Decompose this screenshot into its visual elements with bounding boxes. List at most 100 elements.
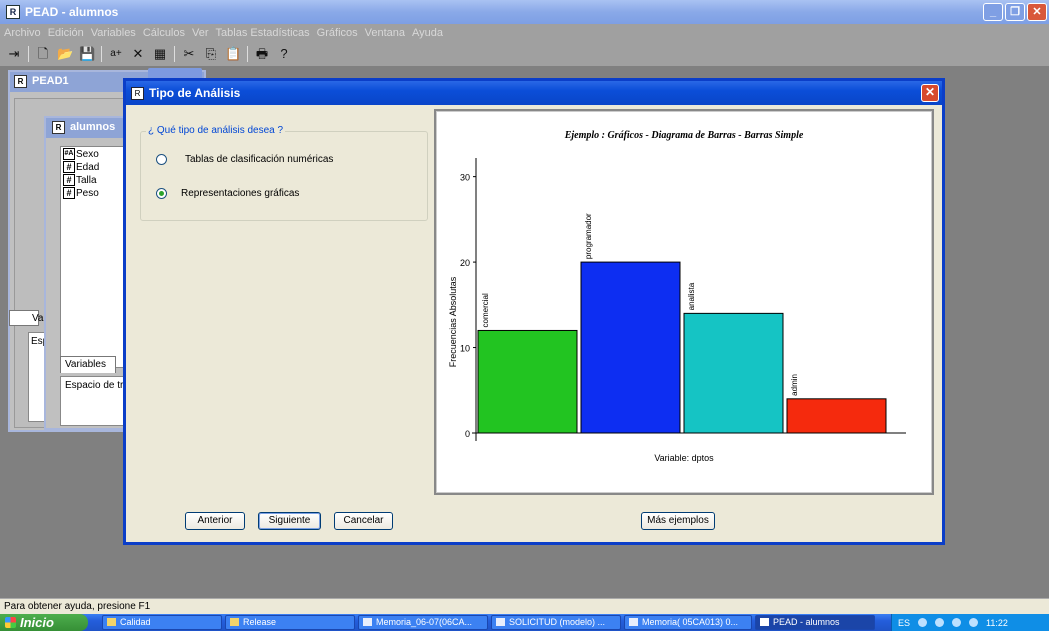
tray-icon[interactable] (969, 618, 979, 627)
taskbar-item-active[interactable]: PEAD - alumnos (755, 615, 875, 630)
bar-label: analista (687, 282, 696, 310)
copy-icon[interactable]: ⎘ (203, 46, 219, 62)
variable-name: Talla (76, 174, 97, 186)
menu-variables[interactable]: Variables (91, 27, 136, 39)
radio-button-selected[interactable] (156, 188, 167, 199)
language-indicator[interactable]: ES (898, 618, 910, 628)
toolbar-separator (247, 46, 248, 62)
chart-title: Ejemplo : Gráficos - Diagrama de Barras … (564, 130, 804, 141)
menu-ventana[interactable]: Ventana (365, 27, 405, 39)
y-tick-label: 30 (460, 173, 470, 183)
clock: 11:22 (986, 617, 1008, 628)
paste-icon[interactable]: 📋 (225, 46, 241, 62)
variable-name: Sexo (76, 148, 99, 160)
taskbar-item-label: Memoria( 05CA013) 0... (642, 617, 739, 627)
print-icon[interactable]: 🖶 (254, 46, 270, 62)
alumnos-title: alumnos (70, 121, 116, 133)
radio-button[interactable] (156, 154, 167, 165)
toolbar-separator (28, 46, 29, 62)
taskbar-item[interactable]: Release (225, 615, 355, 630)
window-controls: _ ❐ ✕ (983, 3, 1047, 21)
menu-calculos[interactable]: Cálculos (143, 27, 185, 39)
bar-admin (786, 398, 887, 434)
option-label: Tablas de clasificación numéricas (185, 154, 334, 165)
document-icon: R (52, 121, 65, 134)
toolbar-separator (101, 46, 102, 62)
exit-icon[interactable]: ⇥ (6, 46, 22, 62)
start-label: Inicio (20, 615, 54, 630)
taskbar-item[interactable]: Memoria( 05CA013) 0... (624, 615, 752, 630)
status-bar: Para obtener ayuda, presione F1 (0, 598, 1049, 614)
y-axis-label: Frecuencias Absolutas (448, 276, 458, 367)
taskbar-item-label: Release (243, 617, 277, 627)
menu-graficos[interactable]: Gráficos (317, 27, 358, 39)
option-label: Representaciones gráficas (181, 188, 300, 199)
dialog-titlebar[interactable]: R Tipo de Análisis ✕ (126, 81, 942, 105)
tray-icon[interactable] (952, 618, 962, 627)
document-icon: R (14, 75, 27, 88)
cut-icon[interactable]: ✂ (181, 46, 197, 62)
minimize-button[interactable]: _ (983, 3, 1003, 21)
variable-name: Peso (76, 187, 99, 199)
menu-edicion[interactable]: Edición (48, 27, 84, 39)
close-button[interactable]: ✕ (1027, 3, 1047, 21)
windows-logo-icon (5, 617, 16, 628)
menu-ver[interactable]: Ver (192, 27, 209, 39)
main-titlebar: R PEAD - alumnos _ ❐ ✕ (0, 0, 1049, 24)
bar-analista (683, 312, 784, 434)
tray-icon[interactable] (918, 618, 928, 627)
app-icon: R (6, 5, 20, 19)
taskbar-item-label: SOLICITUD (modelo) ... (509, 617, 606, 627)
table-icon[interactable]: ▦ (152, 46, 168, 62)
taskbar-item-label: PEAD - alumnos (773, 617, 840, 627)
taskbar-item[interactable]: SOLICITUD (modelo) ... (491, 615, 621, 630)
numeric-variable-icon: # (63, 174, 75, 186)
start-button[interactable]: Inicio (0, 614, 88, 631)
help-icon[interactable]: ? (276, 46, 292, 62)
back-button[interactable]: Anterior (185, 512, 245, 530)
taskbar-item-label: Calidad (120, 617, 151, 627)
alpha-variable-icon: #A (63, 148, 75, 160)
dialog-icon: R (131, 86, 144, 100)
bar-label: programador (584, 213, 593, 259)
y-tick-label: 0 (465, 429, 470, 439)
analysis-type-dialog: R Tipo de Análisis ✕ ¿ Qué tipo de análi… (123, 78, 945, 545)
tray-icon[interactable] (935, 618, 945, 627)
toolbar-separator (174, 46, 175, 62)
y-tick-label: 10 (460, 344, 470, 354)
new-file-icon[interactable]: 🗋 (35, 46, 51, 62)
word-doc-icon (629, 618, 638, 626)
bar-comercial (477, 329, 578, 434)
app-title: PEAD - alumnos (25, 5, 119, 19)
menu-archivo[interactable]: Archivo (4, 27, 41, 39)
taskbar-item[interactable]: Memoria_06-07(06CA... (358, 615, 488, 630)
side-tab[interactable]: Va (9, 310, 44, 326)
menu-ayuda[interactable]: Ayuda (412, 27, 443, 39)
next-button[interactable]: Siguiente (258, 512, 321, 530)
x-axis-label: Variable: dptos (654, 453, 714, 463)
open-folder-icon[interactable]: 📂 (57, 46, 73, 62)
folder-icon (230, 618, 239, 626)
toolbar: ⇥ 🗋 📂 💾 a+ ✕ ▦ ✂ ⎘ 📋 🖶 ? (0, 42, 1049, 66)
tab-variables[interactable]: Variables (60, 356, 116, 373)
rename-variable-icon[interactable]: a+ (108, 46, 124, 62)
system-tray: ES 11:22 (891, 614, 1049, 631)
cancel-button[interactable]: Cancelar (334, 512, 393, 530)
option-graphic-representations[interactable]: Representaciones gráficas (156, 188, 299, 199)
menu-bar: Archivo Edición Variables Cálculos Ver T… (0, 24, 1049, 42)
pead1-title: PEAD1 (32, 75, 69, 87)
taskbar: Inicio Calidad Release Memoria_06-07(06C… (0, 614, 1049, 631)
save-icon[interactable]: 💾 (79, 46, 95, 62)
word-doc-icon (496, 618, 505, 626)
dialog-close-button[interactable]: ✕ (921, 84, 939, 102)
taskbar-item[interactable]: Calidad (102, 615, 222, 630)
delete-icon[interactable]: ✕ (130, 46, 146, 62)
menu-tablas[interactable]: Tablas Estadísticas (216, 27, 310, 39)
restore-button[interactable]: ❐ (1005, 3, 1025, 21)
option-numeric-tables[interactable]: Tablas de clasificación numéricas (156, 154, 333, 165)
group-legend: ¿ Qué tipo de análisis desea ? (146, 125, 286, 136)
folder-icon (107, 618, 116, 626)
more-examples-button[interactable]: Más ejemplos (641, 512, 715, 530)
chart-preview: Ejemplo : Gráficos - Diagrama de Barras … (434, 109, 934, 495)
variable-name: Edad (76, 161, 100, 173)
